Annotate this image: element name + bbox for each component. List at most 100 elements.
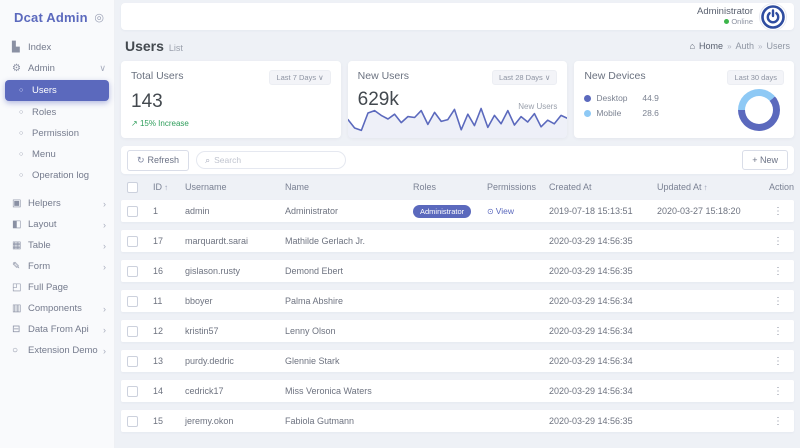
refresh-button[interactable]: ↻Refresh [127,150,189,171]
table-row[interactable]: 13 purdy.dedric Glennie Stark 2020-03-29… [121,350,794,372]
sidebar-item-components[interactable]: ▥ Components › [0,298,114,319]
chevron-icon: › [103,199,106,209]
sort-asc-icon[interactable]: ↑ [164,183,168,192]
sidebar-item-menu[interactable]: ○ Menu [0,144,114,165]
sidebar-item-form[interactable]: ✎ Form › [0,256,114,277]
brand: Dcat Admin ◎ [0,6,114,35]
sidebar-item-layout[interactable]: ◧ Layout › [0,214,114,235]
row-checkbox[interactable] [127,266,138,277]
total-users-card: Total Users Last 7 Days ∨ 143 ↗ 15% Incr… [121,61,341,138]
header-id: ID↑ [153,182,185,192]
desktop-dot-icon [584,95,591,102]
row-checkbox[interactable] [127,236,138,247]
header-username: Username [185,182,285,192]
cell-id: 1 [153,206,185,216]
sidebar-item-helpers[interactable]: ▣ Helpers › [0,193,114,214]
sort-asc-icon[interactable]: ↑ [704,183,708,192]
row-actions-icon[interactable]: ⋮ [773,386,784,397]
range-dropdown[interactable]: Last 7 Days ∨ [269,70,330,85]
home-icon: ⌂ [690,41,695,51]
refresh-icon: ↻ [137,155,145,165]
row-checkbox[interactable] [127,386,138,397]
sidebar-item-admin[interactable]: ⚙ Admin ∨ [0,58,114,79]
chevron-down-icon: ∨ [545,73,551,82]
page-header: UsersList ⌂ Home » Auth » Users [121,30,794,61]
user-avatar[interactable] [760,4,786,30]
cell-roles: Administrator [413,206,487,216]
sidebar-item-roles[interactable]: ○ Roles [0,102,114,123]
row-actions-icon[interactable]: ⋮ [773,296,784,307]
online-dot-icon [724,19,729,24]
breadcrumb-users[interactable]: Users [766,41,790,51]
sidebar-item-operation-log[interactable]: ○ Operation log [0,165,114,186]
sidebar-item-data-from-api[interactable]: ⊟ Data From Api › [0,319,114,340]
range-dropdown[interactable]: Last 28 Days ∨ [492,70,557,85]
table-row[interactable]: 15 jeremy.okon Fabiola Gutmann 2020-03-2… [121,410,794,432]
cell-username: bboyer [185,296,285,306]
card-title: New Devices [584,70,645,82]
brand-title: Dcat Admin [14,10,88,25]
new-devices-card: New Devices Last 30 days Desktop 44.9 Mo… [574,61,794,138]
sparkline-chart [348,98,568,138]
sidebar-item-full-page[interactable]: ◰ Full Page [0,277,114,298]
sidebar-item-index[interactable]: ▙ Index [0,37,114,58]
cell-name: Palma Abshire [285,296,413,306]
select-all-checkbox[interactable] [127,182,138,193]
table-row[interactable]: 11 bboyer Palma Abshire 2020-03-29 14:56… [121,290,794,312]
cell-created-at: 2020-03-29 14:56:34 [549,386,657,396]
cell-created-at: 2020-03-29 14:56:35 [549,236,657,246]
donut-chart [738,89,780,131]
breadcrumb-auth[interactable]: Auth [736,41,755,51]
cell-name: Mathilde Gerlach Jr. [285,236,413,246]
cell-created-at: 2020-03-29 14:56:34 [549,296,657,306]
card-title: New Users [358,70,409,82]
table-row[interactable]: 1 admin Administrator Administrator ⊙Vie… [121,200,794,222]
cell-username: jeremy.okon [185,416,285,426]
cell-username: admin [185,206,285,216]
sidebar-item-users[interactable]: ○ Users [5,80,109,101]
new-users-card: New Users Last 28 Days ∨ 629k New Users [348,61,568,138]
breadcrumb-home[interactable]: Home [699,41,723,51]
main-area: Administrator Online UsersList ⌂ Home » … [115,0,800,448]
row-actions-icon[interactable]: ⋮ [773,206,784,217]
table-body: 1 admin Administrator Administrator ⊙Vie… [121,200,794,440]
cell-username: gislason.rusty [185,266,285,276]
row-actions-icon[interactable]: ⋮ [773,356,784,367]
table-row[interactable]: 14 cedrick17 Miss Veronica Waters 2020-0… [121,380,794,402]
cell-updated-at: 2020-03-27 15:18:20 [657,206,769,216]
cell-username: purdy.dedric [185,356,285,366]
row-checkbox[interactable] [127,416,138,427]
table-row[interactable]: 17 marquardt.sarai Mathilde Gerlach Jr. … [121,230,794,252]
new-button[interactable]: + New [742,150,788,170]
chevron-down-icon: ∨ [318,73,324,82]
user-info[interactable]: Administrator Online [697,7,753,27]
row-actions-icon[interactable]: ⋮ [773,326,784,337]
sidebar-item-extension-demo[interactable]: ○ Extension Demo › [0,340,114,361]
search-icon: ⌕ [205,155,210,166]
cell-id: 11 [153,296,185,306]
topbar: Administrator Online [121,3,794,30]
row-checkbox[interactable] [127,326,138,337]
range-dropdown[interactable]: Last 30 days [727,70,784,85]
cell-username: marquardt.sarai [185,236,285,246]
search-input[interactable] [214,155,337,165]
view-permission-link[interactable]: ⊙View [487,206,514,216]
cell-id: 12 [153,326,185,336]
table-row[interactable]: 16 gislason.rusty Demond Ebert 2020-03-2… [121,260,794,282]
row-actions-icon[interactable]: ⋮ [773,266,784,277]
cell-username: cedrick17 [185,386,285,396]
row-checkbox[interactable] [127,296,138,307]
sidebar-item-permission[interactable]: ○ Permission [0,123,114,144]
cell-permissions: ⊙View [487,206,549,216]
row-actions-icon[interactable]: ⋮ [773,416,784,427]
breadcrumb: ⌂ Home » Auth » Users [690,41,790,51]
cell-id: 15 [153,416,185,426]
cell-name: Demond Ebert [285,266,413,276]
row-checkbox[interactable] [127,356,138,367]
table-row[interactable]: 12 kristin57 Lenny Olson 2020-03-29 14:5… [121,320,794,342]
sidebar-item-table[interactable]: ▦ Table › [0,235,114,256]
row-checkbox[interactable] [127,206,138,217]
cell-created-at: 2020-03-29 14:56:34 [549,326,657,336]
sidebar-toggle-icon[interactable]: ◎ [94,11,104,24]
row-actions-icon[interactable]: ⋮ [773,236,784,247]
